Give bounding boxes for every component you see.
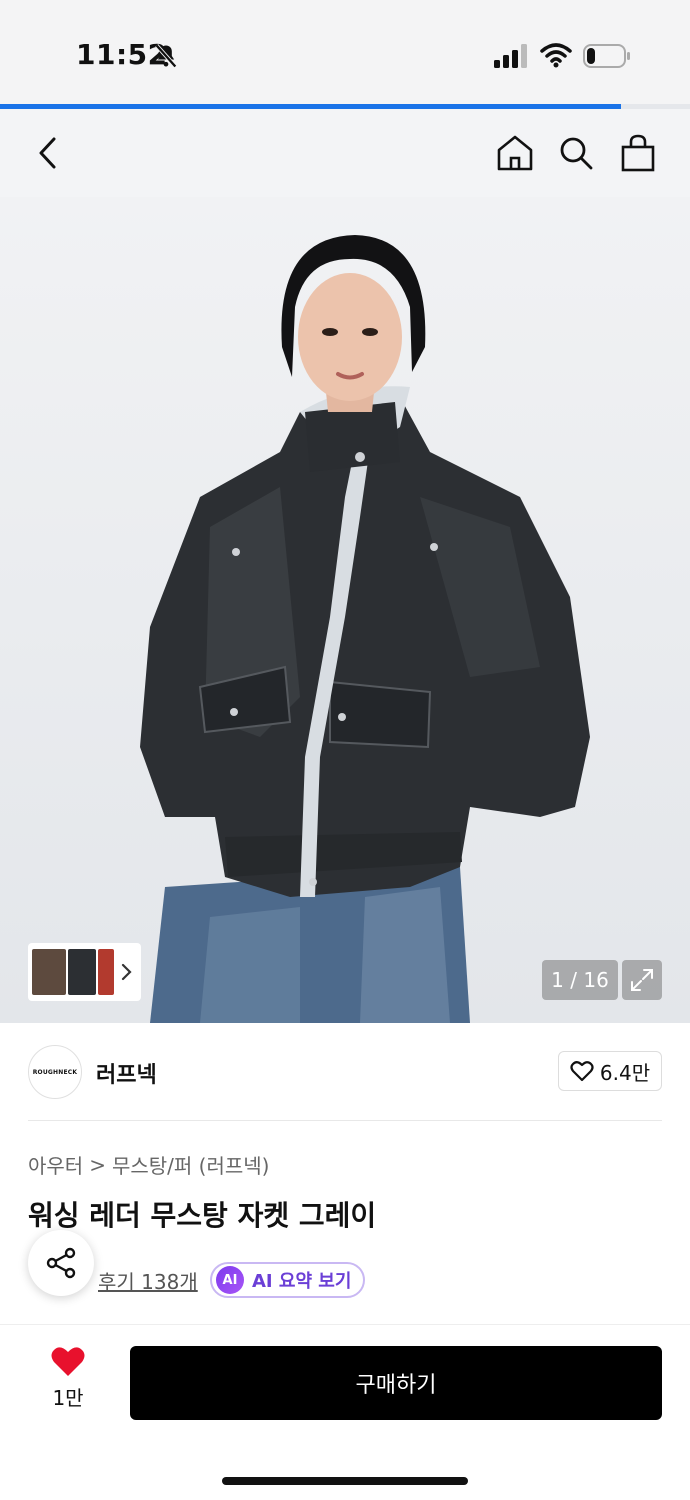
breadcrumb-category[interactable]: 아우터 bbox=[28, 1150, 83, 1179]
wishlist-button[interactable]: 1만 bbox=[40, 1346, 96, 1420]
product-photo bbox=[140, 235, 590, 1023]
brand-row[interactable]: ROUGHNECK 러프넥 6.4만 bbox=[0, 1023, 690, 1121]
ai-summary-label: AI 요약 보기 bbox=[252, 1271, 352, 1292]
signal-icon bbox=[494, 44, 527, 68]
expand-button[interactable] bbox=[622, 960, 662, 1000]
bottom-bar-divider bbox=[0, 1324, 690, 1325]
home-indicator bbox=[222, 1477, 468, 1485]
brand-like-button[interactable]: 6.4만 bbox=[558, 1051, 662, 1091]
thumbnail-2[interactable] bbox=[68, 949, 96, 995]
share-icon bbox=[46, 1247, 76, 1279]
chevron-left-icon bbox=[39, 137, 56, 169]
wishlist-count: 1만 bbox=[52, 1386, 84, 1410]
search-icon bbox=[560, 137, 593, 170]
image-counter: 1 / 16 bbox=[542, 960, 618, 1000]
thumbnail-3[interactable] bbox=[98, 949, 114, 995]
expand-icon bbox=[631, 969, 653, 991]
shopping-bag-icon bbox=[621, 134, 655, 172]
breadcrumb: 아우터 > 무스탕/퍼 (러프넥) bbox=[28, 1150, 269, 1179]
product-image[interactable]: 1 / 16 bbox=[0, 197, 690, 1023]
thumbnail-strip[interactable] bbox=[28, 943, 141, 1001]
chevron-right-icon bbox=[121, 963, 132, 981]
thumbnail-1[interactable] bbox=[32, 949, 66, 995]
bell-slash-icon bbox=[155, 44, 177, 68]
brand-like-count: 6.4만 bbox=[599, 1060, 651, 1085]
brand-name[interactable]: 러프넥 bbox=[96, 1057, 157, 1089]
breadcrumb-subcategory[interactable]: 무스탕/퍼 (러프넥) bbox=[112, 1150, 270, 1179]
search-button[interactable] bbox=[554, 131, 598, 175]
battery-icon bbox=[583, 44, 630, 68]
wifi-icon bbox=[540, 43, 572, 68]
brand-logo[interactable]: ROUGHNECK bbox=[28, 1045, 82, 1099]
back-button[interactable] bbox=[26, 131, 70, 175]
buy-button[interactable]: 구매하기 bbox=[130, 1346, 662, 1420]
ai-summary-button[interactable]: AI AI 요약 보기 bbox=[210, 1262, 366, 1298]
heart-filled-icon bbox=[51, 1347, 85, 1376]
top-nav bbox=[0, 109, 690, 197]
heart-outline-icon bbox=[570, 1061, 594, 1082]
status-bar: 11:52 bbox=[0, 0, 690, 104]
product-title: 워싱 레더 무스탕 자켓 그레이 bbox=[28, 1199, 377, 1232]
home-button[interactable] bbox=[493, 131, 537, 175]
share-button[interactable] bbox=[28, 1230, 94, 1296]
ai-badge-icon: AI bbox=[216, 1266, 244, 1294]
review-link[interactable]: 후기 138개 bbox=[98, 1266, 198, 1295]
home-icon bbox=[497, 135, 533, 171]
divider bbox=[28, 1120, 662, 1121]
cart-button[interactable] bbox=[616, 131, 660, 175]
breadcrumb-separator: > bbox=[89, 1152, 106, 1177]
